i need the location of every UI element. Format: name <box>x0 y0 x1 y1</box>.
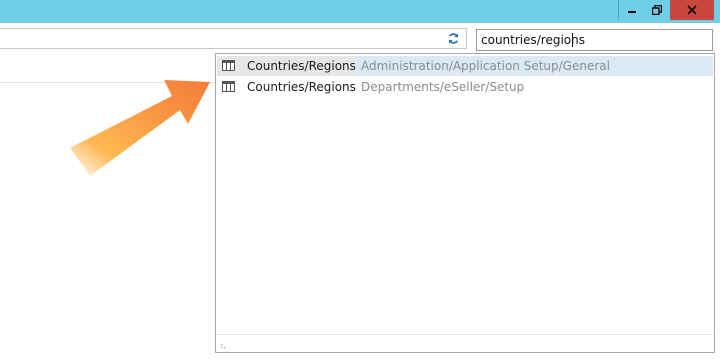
text-caret <box>572 33 573 47</box>
pointer-arrow-icon <box>70 80 210 176</box>
minimize-button[interactable] <box>618 0 644 20</box>
result-item[interactable]: Countries/Regions Departments/eSeller/Se… <box>217 77 713 97</box>
close-icon <box>687 5 697 15</box>
result-label: Countries/Regions <box>247 59 356 73</box>
search-results-dropdown: Countries/Regions Administration/Applica… <box>215 53 715 353</box>
table-icon <box>222 60 235 71</box>
resize-grip-icon[interactable] <box>220 341 228 349</box>
restore-icon <box>652 5 662 15</box>
restore-button[interactable] <box>644 0 670 20</box>
refresh-icon[interactable] <box>447 32 460 45</box>
search-input[interactable] <box>476 29 713 51</box>
table-icon <box>222 81 235 92</box>
title-bar <box>0 0 720 23</box>
close-button[interactable] <box>670 0 714 20</box>
dropdown-footer-divider <box>216 334 714 335</box>
result-path: Departments/eSeller/Setup <box>361 80 525 94</box>
result-label: Countries/Regions <box>247 80 356 94</box>
result-path: Administration/Application Setup/General <box>361 59 610 73</box>
minimize-icon <box>627 11 636 13</box>
address-bar[interactable] <box>0 28 467 49</box>
result-item[interactable]: Countries/Regions Administration/Applica… <box>217 56 713 76</box>
